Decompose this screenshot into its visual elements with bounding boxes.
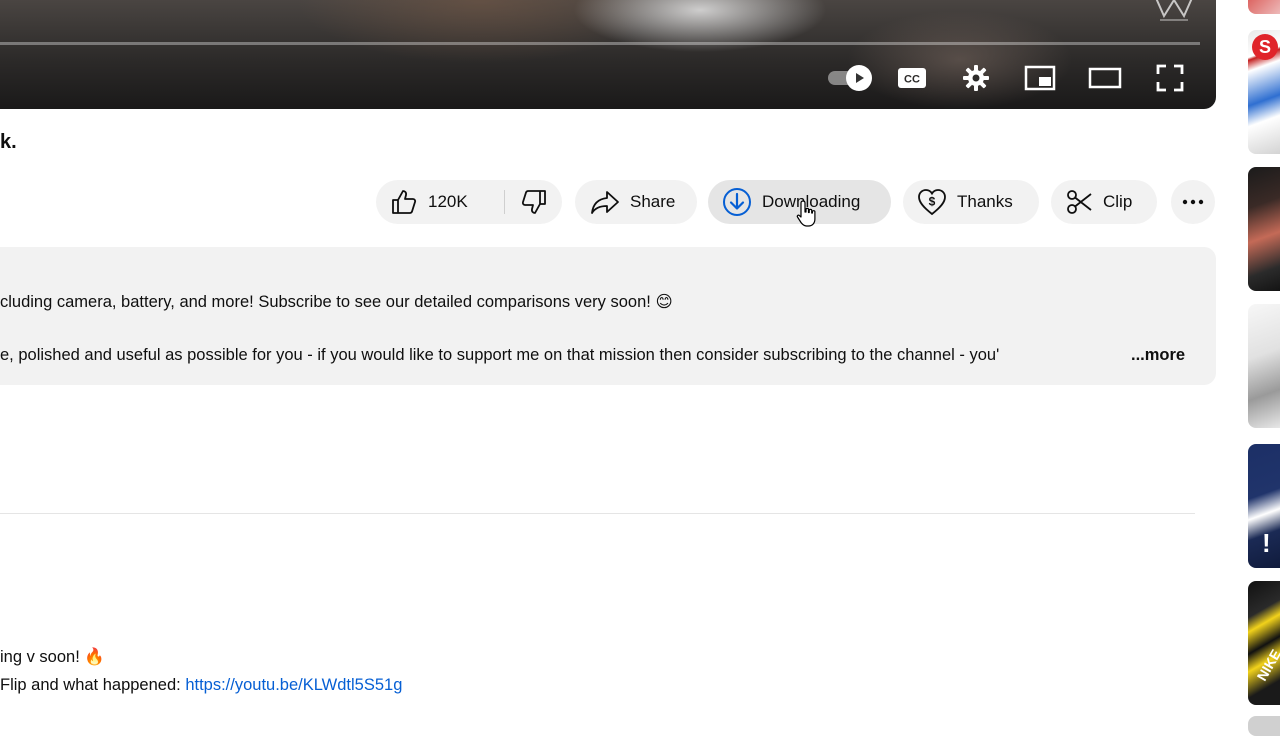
video-player[interactable]: CC: [0, 0, 1216, 109]
related-video-thumbnail[interactable]: [1248, 0, 1280, 14]
share-label: Share: [630, 192, 676, 211]
svg-text:$: $: [929, 195, 936, 209]
clip-button[interactable]: Clip: [1051, 180, 1157, 224]
thumbnail-text: NIKE: [1253, 646, 1280, 684]
autoplay-toggle[interactable]: [820, 60, 872, 96]
gear-icon: [963, 65, 989, 91]
like-count: 120K: [428, 192, 468, 211]
description-box[interactable]: cluding camera, battery, and more! Subsc…: [0, 247, 1216, 385]
download-button[interactable]: Downloading: [708, 180, 891, 224]
download-label: Downloading: [762, 192, 861, 211]
comment-text-line: ing v soon! 🔥: [0, 648, 105, 666]
like-button[interactable]: 120K: [376, 180, 504, 224]
thumbnail-badge: S: [1252, 34, 1278, 60]
heart-dollar-icon: $: [918, 189, 946, 216]
settings-button[interactable]: [956, 60, 996, 96]
miniplayer-button[interactable]: [1020, 60, 1060, 96]
channel-watermark-icon: [1155, 0, 1193, 21]
cc-icon: CC: [898, 68, 926, 88]
share-icon: [591, 191, 619, 214]
fullscreen-icon: [1156, 64, 1184, 92]
show-more-link[interactable]: ...more: [1131, 346, 1185, 365]
description-line: e, polished and useful as possible for y…: [0, 346, 1000, 364]
related-video-thumbnail[interactable]: [1248, 716, 1280, 736]
theater-mode-button[interactable]: [1084, 60, 1126, 96]
related-video-thumbnail[interactable]: S: [1248, 30, 1280, 154]
related-video-thumbnail[interactable]: [1248, 167, 1280, 291]
share-button[interactable]: Share: [575, 180, 697, 224]
scissors-icon: [1067, 190, 1092, 214]
comment-text-line: Flip and what happened: https://youtu.be…: [0, 676, 402, 695]
miniplayer-icon: [1024, 65, 1056, 91]
video-title: k.: [0, 131, 17, 153]
related-video-thumbnail[interactable]: [1248, 304, 1280, 428]
thumbs-up-icon: [392, 190, 417, 214]
related-video-thumbnail[interactable]: !: [1248, 444, 1280, 568]
more-horizontal-icon: [1182, 199, 1204, 205]
clip-label: Clip: [1103, 192, 1133, 211]
svg-text:CC: CC: [904, 74, 920, 86]
comment-text: Flip and what happened:: [0, 676, 186, 694]
fullscreen-button[interactable]: [1150, 60, 1190, 96]
video-link[interactable]: https://youtu.be/KLWdtl5S51g: [185, 676, 402, 694]
section-divider: [0, 513, 1195, 514]
play-icon: [846, 65, 872, 91]
thumbnail-text: !: [1262, 528, 1271, 558]
download-progress-icon: [723, 188, 751, 216]
thanks-label: Thanks: [957, 192, 1013, 211]
more-actions-button[interactable]: [1171, 180, 1215, 224]
theater-icon: [1088, 67, 1122, 89]
progress-bar[interactable]: [0, 42, 1200, 45]
description-line: cluding camera, battery, and more! Subsc…: [0, 293, 673, 311]
dislike-button[interactable]: [505, 180, 562, 224]
thanks-button[interactable]: $ Thanks: [903, 180, 1039, 224]
description-fade: [1080, 343, 1132, 367]
related-video-thumbnail[interactable]: NIKE: [1248, 581, 1280, 705]
thumbs-down-icon: [521, 190, 546, 214]
subtitles-button[interactable]: CC: [892, 60, 932, 96]
